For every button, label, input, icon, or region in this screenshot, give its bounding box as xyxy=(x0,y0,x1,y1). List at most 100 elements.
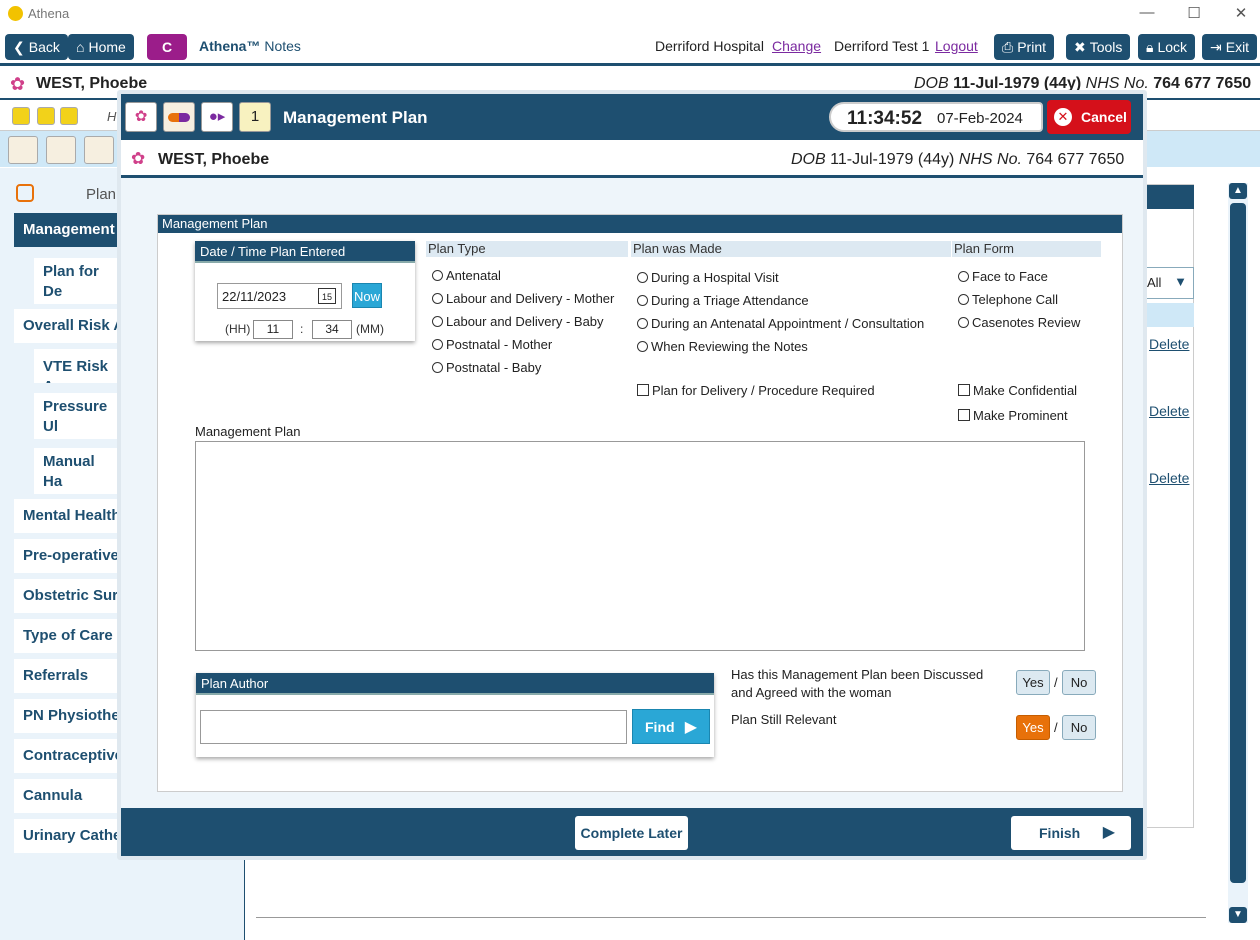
cancel-button[interactable]: ✕ Cancel xyxy=(1047,100,1131,134)
play-arrow-icon: ▶ xyxy=(684,719,697,736)
plan-date-input[interactable]: 22/11/2023 15 xyxy=(217,283,342,309)
logout-link[interactable]: Logout xyxy=(935,38,978,54)
radio-label: When Reviewing the Notes xyxy=(651,339,808,354)
radio-label: Antenatal xyxy=(446,268,501,283)
baby-count-icon[interactable]: ●▸ xyxy=(201,102,233,132)
nav-item-obstetric-surgery[interactable]: Obstetric Surg xyxy=(14,579,124,613)
help-icon[interactable] xyxy=(37,107,55,125)
tools-button[interactable]: ✖ Tools xyxy=(1066,34,1131,60)
nhs-label: NHS No. xyxy=(958,151,1022,168)
radio-hospital-visit[interactable]: During a Hospital Visit xyxy=(637,270,779,285)
delete-link-1[interactable]: Delete xyxy=(1149,336,1189,352)
discussed-yes-button[interactable]: Yes xyxy=(1016,670,1050,695)
maximize-button[interactable]: ☐ xyxy=(1184,4,1204,22)
radio-face-to-face[interactable]: Face to Face xyxy=(958,269,1048,284)
find-button[interactable]: Find ▶ xyxy=(632,709,710,744)
app-name: Athena™ Notes xyxy=(199,38,301,54)
plan-form-header: Plan Form xyxy=(952,241,1101,257)
radio-triage-attendance[interactable]: During a Triage Attendance xyxy=(637,293,809,308)
maternity-flower-icon[interactable]: ✿ xyxy=(125,102,157,132)
yn-separator: / xyxy=(1054,720,1058,735)
minimize-button[interactable]: — xyxy=(1137,4,1157,21)
radio-antenatal-appointment[interactable]: During an Antenatal Appointment / Consul… xyxy=(637,316,924,331)
print-label: Print xyxy=(1017,39,1046,55)
settings-icon[interactable] xyxy=(60,107,78,125)
notes-icon[interactable]: 1 xyxy=(239,102,271,132)
radio-circle-icon xyxy=(637,295,648,306)
yn-separator: / xyxy=(1054,675,1058,690)
back-button[interactable]: ❮ Back xyxy=(5,34,68,60)
print-button[interactable]: ⎙ Print xyxy=(994,34,1054,60)
nav-item-cannula[interactable]: Cannula xyxy=(14,779,124,813)
athena-logo-icon xyxy=(8,6,23,21)
dialog-body: Management Plan Date / Time Plan Entered… xyxy=(121,178,1143,808)
change-hospital-link[interactable]: Change xyxy=(772,38,821,54)
relevant-no-button[interactable]: No xyxy=(1062,715,1096,740)
radio-labour-mother[interactable]: Labour and Delivery - Mother xyxy=(432,291,614,306)
background-partial-text: H xyxy=(107,109,117,124)
nav-item-manual-handling[interactable]: Manual Ha Assessmen xyxy=(34,448,124,494)
radio-labour-baby[interactable]: Labour and Delivery - Baby xyxy=(432,314,604,329)
radio-telephone-call[interactable]: Telephone Call xyxy=(958,292,1058,307)
medication-pill-icon[interactable] xyxy=(46,136,76,164)
close-circle-icon: ✕ xyxy=(1054,108,1072,126)
checkbox-icon xyxy=(637,384,649,396)
checkbox-make-prominent[interactable]: Make Prominent xyxy=(958,408,1068,423)
nav-item-pre-operative[interactable]: Pre-operative xyxy=(14,539,124,573)
hour-input[interactable]: 11 xyxy=(253,320,293,339)
nav-header: Plan xyxy=(86,186,117,203)
checkbox-make-confidential[interactable]: Make Confidential xyxy=(958,383,1077,398)
nav-item-contraceptive[interactable]: Contraceptive xyxy=(14,739,124,773)
radio-reviewing-notes[interactable]: When Reviewing the Notes xyxy=(637,339,808,354)
nav-item-type-of-care[interactable]: Type of Care xyxy=(14,619,124,653)
radio-circle-icon xyxy=(637,318,648,329)
delete-link-2[interactable]: Delete xyxy=(1149,403,1189,419)
scroll-up-icon[interactable]: ▲ xyxy=(1229,183,1247,199)
minute-input[interactable]: 34 xyxy=(312,320,352,339)
medication-pill-icon[interactable] xyxy=(163,102,195,132)
plan-author-input[interactable] xyxy=(200,710,627,744)
datetime-display: 11:34:52 07-Feb-2024 xyxy=(829,102,1043,132)
scrollbar-thumb[interactable] xyxy=(1230,203,1246,883)
maternity-flower-icon[interactable] xyxy=(8,136,38,164)
scrollbar[interactable]: ▲ ▼ xyxy=(1228,183,1248,923)
radio-casenotes-review[interactable]: Casenotes Review xyxy=(958,315,1080,330)
dialog-patient-banner: ✿ WEST, Phoebe DOB 11-Jul-1979 (44y) NHS… xyxy=(121,140,1143,178)
delete-link-3[interactable]: Delete xyxy=(1149,470,1189,486)
finish-button[interactable]: Finish ▶ xyxy=(1011,816,1131,850)
nav-item-urinary-catheter[interactable]: Urinary Cathe xyxy=(14,819,124,853)
chevron-left-icon: ❮ xyxy=(13,39,25,55)
nav-item-pressure-ulcer[interactable]: Pressure Ul Assessmen xyxy=(34,393,124,439)
nav-item-plan-for-delivery[interactable]: Plan for De Procedure xyxy=(34,258,124,304)
discussed-no-button[interactable]: No xyxy=(1062,670,1096,695)
filter-select[interactable]: All ▼ xyxy=(1146,267,1194,299)
find-label: Find xyxy=(645,719,675,735)
radio-label: During a Hospital Visit xyxy=(651,270,779,285)
calendar-icon[interactable]: 15 xyxy=(318,288,336,304)
radio-antenatal[interactable]: Antenatal xyxy=(432,268,501,283)
lock-button[interactable]: 🔒︎ Lock xyxy=(1138,34,1196,60)
nav-item-management[interactable]: Management xyxy=(14,213,120,247)
nav-item-referrals[interactable]: Referrals xyxy=(14,659,124,693)
close-window-button[interactable]: ✕ xyxy=(1231,4,1251,22)
radio-label: During an Antenatal Appointment / Consul… xyxy=(651,316,925,331)
relevant-yes-button[interactable]: Yes xyxy=(1016,715,1050,740)
scroll-down-icon[interactable]: ▼ xyxy=(1229,907,1247,923)
home-button[interactable]: ⌂ Home xyxy=(68,34,134,60)
nav-item-overall-risk[interactable]: Overall Risk A xyxy=(14,309,124,343)
nav-item-pn-physio[interactable]: PN Physiother xyxy=(14,699,124,733)
alert-icon[interactable] xyxy=(12,107,30,125)
now-button[interactable]: Now xyxy=(352,283,382,308)
discussed-question: Has this Management Plan been Discussed … xyxy=(731,667,984,700)
radio-postnatal-baby[interactable]: Postnatal - Baby xyxy=(432,360,541,375)
exit-button[interactable]: ⇥ Exit xyxy=(1202,34,1258,60)
baby-count-icon[interactable] xyxy=(84,136,114,164)
radio-postnatal-mother[interactable]: Postnatal - Mother xyxy=(432,337,552,352)
management-plan-textarea[interactable] xyxy=(195,441,1085,651)
c-button[interactable]: C xyxy=(147,34,187,60)
complete-later-button[interactable]: Complete Later xyxy=(575,816,688,850)
nav-item-vte-risk[interactable]: VTE Risk As xyxy=(34,349,124,383)
checkbox-plan-for-delivery[interactable]: Plan for Delivery / Procedure Required xyxy=(637,383,875,398)
window-title-bar: Athena — ☐ ✕ xyxy=(0,0,1260,28)
nav-item-mental-health[interactable]: Mental Health xyxy=(14,499,124,533)
